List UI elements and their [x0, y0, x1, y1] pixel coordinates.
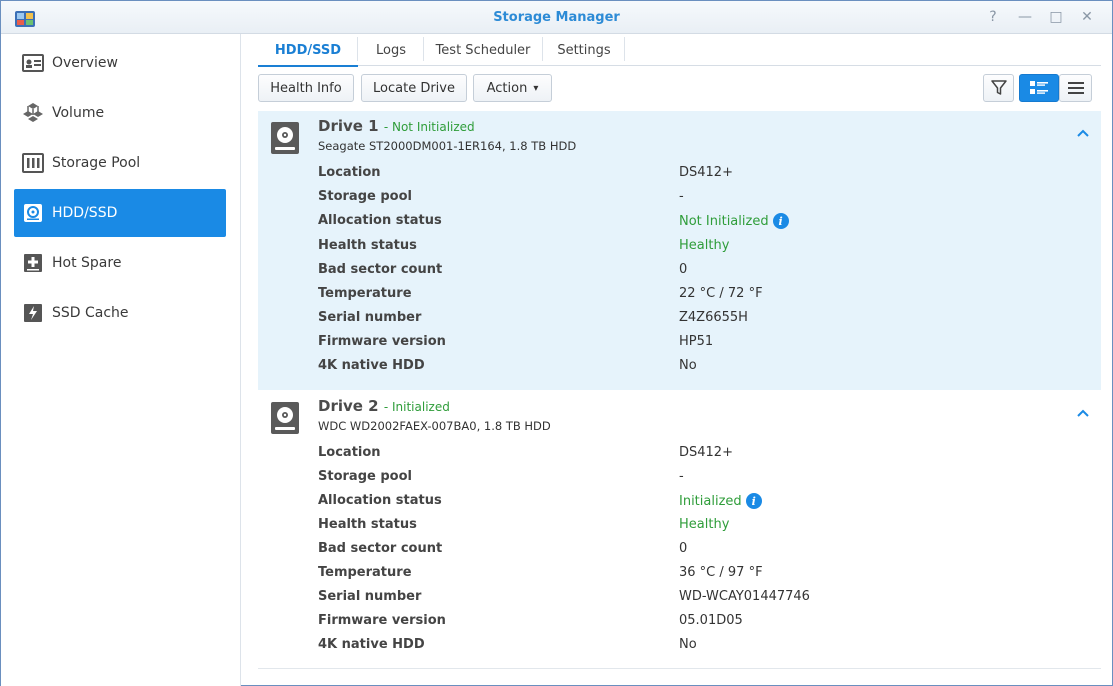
drive-name: Drive 2 — [318, 397, 379, 415]
drive-status: - Initialized — [383, 400, 450, 414]
close-button[interactable]: ✕ — [1077, 8, 1097, 26]
filter-icon — [990, 80, 1007, 95]
sidebar-item-label: SSD Cache — [52, 305, 129, 321]
tab-hdd-ssd[interactable]: HDD/SSD — [258, 34, 358, 67]
hard-drive-icon — [271, 402, 299, 434]
sidebar-item-label: Overview — [52, 55, 118, 71]
drive-title: Drive 1 - Not Initialized — [318, 117, 475, 135]
info-icon[interactable]: i — [772, 213, 789, 229]
allocation-status-value: Initialized — [679, 493, 742, 509]
window-title: Storage Manager — [493, 10, 620, 25]
sidebar-item-ssd-cache[interactable]: SSD Cache — [14, 289, 226, 337]
drive-list-divider — [258, 668, 1101, 669]
drive-panel-1[interactable]: Drive 1 - Not Initialized Seagate ST2000… — [258, 111, 1101, 390]
hot-spare-icon — [22, 252, 44, 274]
tab-bar: HDD/SSD Logs Test Scheduler Settings — [258, 34, 1101, 67]
hard-drive-icon — [271, 122, 299, 154]
action-label: Action — [486, 80, 528, 96]
sidebar-item-storage-pool[interactable]: Storage Pool — [14, 139, 226, 187]
list-view-button[interactable] — [1059, 74, 1092, 102]
hdd-icon — [22, 202, 44, 224]
volume-icon — [22, 102, 44, 124]
chevron-down-icon: ▾ — [533, 82, 539, 94]
sidebar-item-label: HDD/SSD — [52, 205, 118, 221]
title-bar[interactable]: Storage Manager ? — □ ✕ — [1, 1, 1112, 34]
storage-pool-icon — [22, 152, 44, 174]
minimize-button[interactable]: — — [1015, 8, 1035, 26]
locate-drive-button[interactable]: Locate Drive — [361, 74, 467, 102]
drive-model: WDC WD2002FAEX-007BA0, 1.8 TB HDD — [318, 419, 551, 433]
sidebar-item-label: Volume — [52, 105, 105, 121]
chevron-up-icon[interactable] — [1075, 405, 1091, 421]
tab-separator — [624, 37, 625, 61]
sidebar-item-hdd-ssd[interactable]: HDD/SSD — [14, 189, 226, 237]
sidebar: Overview Volume Storage Pool HDD/SSD Hot… — [1, 34, 241, 686]
ssd-cache-icon — [22, 302, 44, 324]
close-icon: ✕ — [1081, 9, 1093, 25]
list-view-icon — [1067, 82, 1084, 94]
drive-name: Drive 1 — [318, 117, 379, 135]
chevron-up-icon[interactable] — [1075, 125, 1091, 141]
storage-manager-window: Storage Manager ? — □ ✕ Overview Volume … — [0, 0, 1113, 686]
sidebar-item-hot-spare[interactable]: Hot Spare — [14, 239, 226, 287]
allocation-status-value: Not Initialized — [679, 213, 769, 229]
sidebar-item-overview[interactable]: Overview — [14, 39, 226, 87]
maximize-icon: □ — [1049, 9, 1063, 25]
drive-title: Drive 2 - Initialized — [318, 397, 450, 415]
filter-button[interactable] — [983, 74, 1014, 102]
help-button[interactable]: ? — [983, 8, 1003, 26]
sidebar-item-volume[interactable]: Volume — [14, 89, 226, 137]
drive-status: - Not Initialized — [383, 120, 475, 134]
drive-panel-2[interactable]: Drive 2 - Initialized WDC WD2002FAEX-007… — [258, 391, 1101, 669]
tab-logs[interactable]: Logs — [358, 34, 424, 66]
minimize-icon: — — [1018, 9, 1032, 25]
health-info-button[interactable]: Health Info — [258, 74, 354, 102]
action-button[interactable]: Action ▾ — [473, 74, 552, 102]
detail-view-button[interactable] — [1019, 74, 1059, 102]
sidebar-item-label: Hot Spare — [52, 255, 122, 271]
tab-settings[interactable]: Settings — [543, 34, 625, 66]
sidebar-item-label: Storage Pool — [52, 155, 141, 171]
info-icon[interactable]: i — [745, 493, 762, 509]
help-icon: ? — [989, 9, 997, 25]
maximize-button[interactable]: □ — [1046, 8, 1066, 26]
detail-view-icon — [1030, 81, 1048, 94]
overview-icon — [22, 52, 44, 74]
tab-test-scheduler[interactable]: Test Scheduler — [424, 34, 542, 66]
drive-model: Seagate ST2000DM001-1ER164, 1.8 TB HDD — [318, 139, 577, 153]
